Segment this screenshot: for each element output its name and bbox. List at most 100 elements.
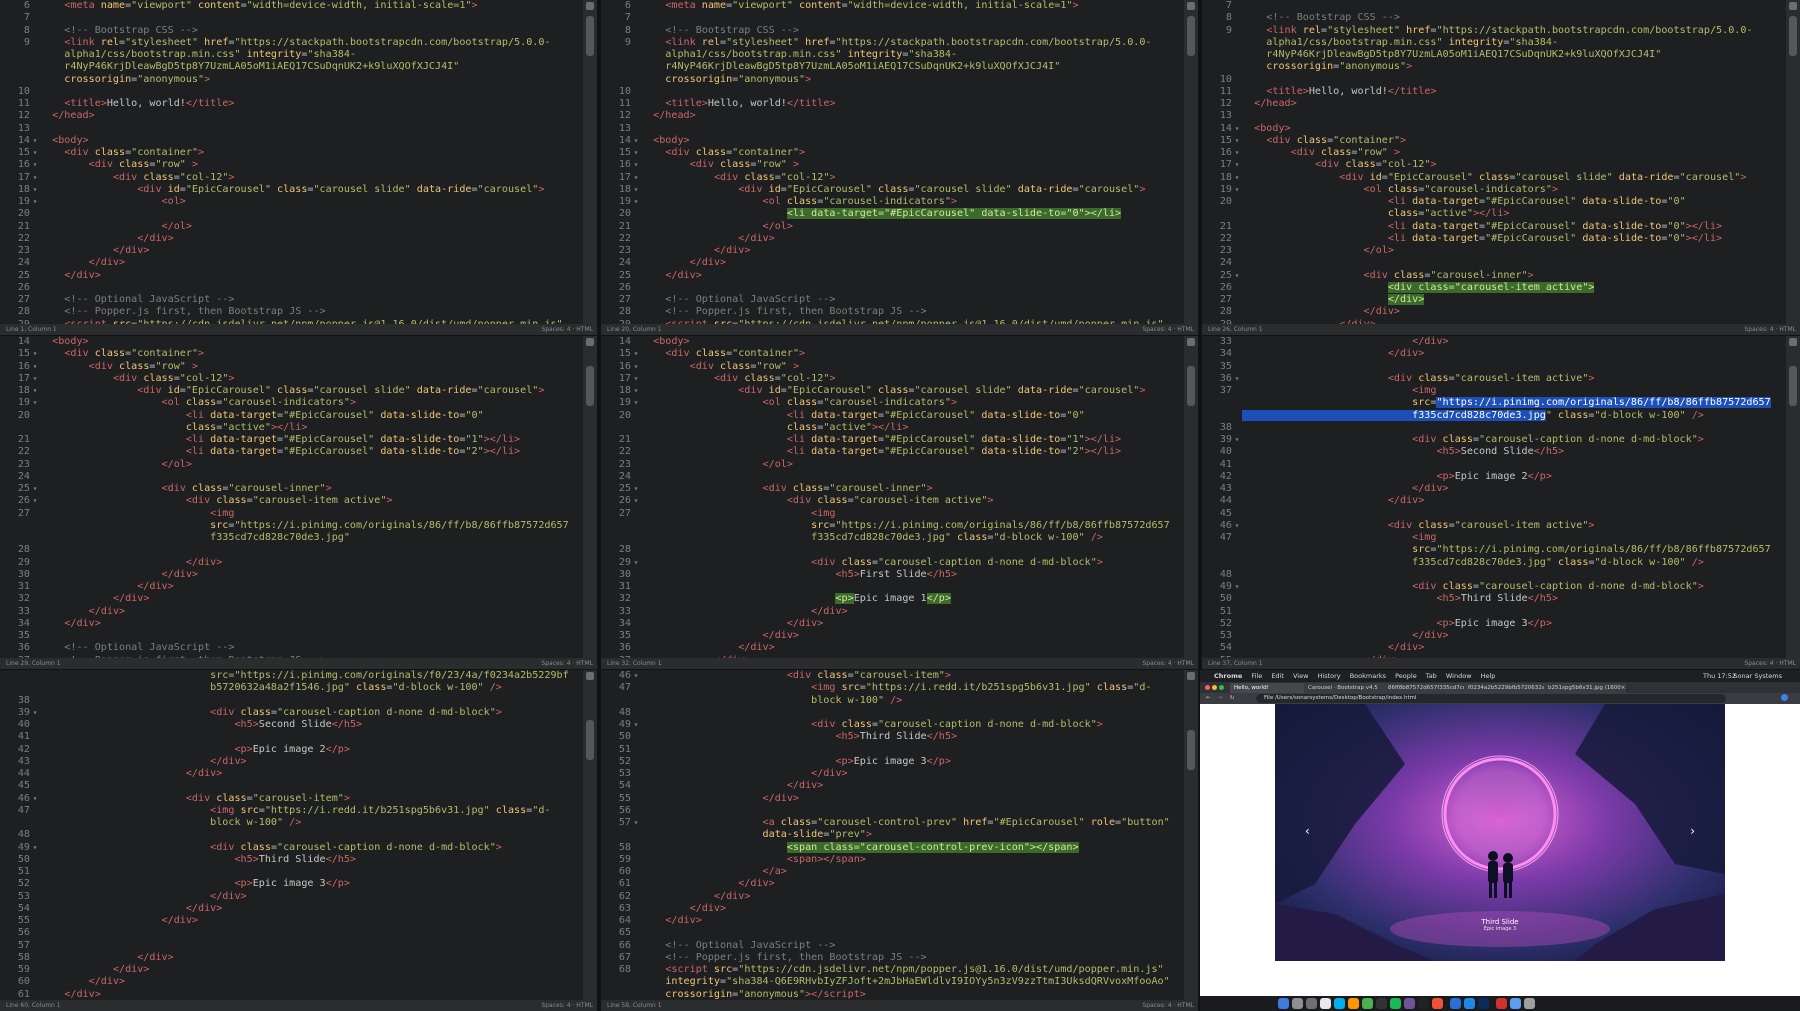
code-line[interactable]: 13: [1202, 110, 1786, 122]
fold-arrow-icon[interactable]: ▾: [30, 397, 40, 409]
code-line[interactable]: class="active"></li>: [601, 422, 1184, 434]
code-line[interactable]: 32 </div>: [0, 593, 583, 605]
code-area[interactable]: 6 <meta name="viewport" content="width=d…: [0, 0, 583, 324]
code-line[interactable]: 55 </div>: [601, 793, 1184, 805]
code-line[interactable]: 33 </div>: [1202, 336, 1786, 348]
code-line[interactable]: 33 </div>: [0, 606, 583, 618]
code-line[interactable]: 45: [0, 780, 583, 792]
code-line[interactable]: 53 </div>: [601, 768, 1184, 780]
code-line[interactable]: 34 </div>: [601, 618, 1184, 630]
code-line[interactable]: 31: [601, 581, 1184, 593]
code-line[interactable]: 58 </div>: [0, 952, 583, 964]
code-line[interactable]: 6 <meta name="viewport" content="width=d…: [0, 0, 583, 12]
fold-arrow-icon[interactable]: ▾: [30, 707, 40, 719]
chrome-icon[interactable]: [1362, 998, 1373, 1009]
code-line[interactable]: 44 </div>: [0, 768, 583, 780]
tab-image-2[interactable]: f0234a2b5229bfb5720632a: [1464, 683, 1546, 693]
code-line[interactable]: 19 ▾ <ol class="carousel-indicators">: [601, 196, 1184, 208]
fold-arrow-icon[interactable]: ▾: [30, 159, 40, 171]
carousel[interactable]: ‹ › Third Slide Epic image 3: [1275, 704, 1725, 961]
code-line[interactable]: 11 <title>Hello, world!</title>: [0, 98, 583, 110]
code-line[interactable]: 20 <li data-target="#EpicCarousel" data-…: [601, 410, 1184, 422]
code-line[interactable]: 32 <p>Epic image 1</p>: [601, 593, 1184, 605]
code-line[interactable]: 50 <h5>Third Slide</h5>: [1202, 593, 1786, 605]
code-line[interactable]: 54 </div>: [1202, 642, 1786, 654]
fold-arrow-icon[interactable]: ▾: [30, 348, 40, 360]
reload-icon[interactable]: ↻: [1230, 693, 1234, 701]
code-line[interactable]: 36 ▾ <div class="carousel-item active">: [1202, 373, 1786, 385]
code-line[interactable]: 43 </div>: [0, 756, 583, 768]
code-line[interactable]: class="active"></li>: [0, 422, 583, 434]
vscode-icon[interactable]: [1464, 998, 1475, 1009]
code-line[interactable]: 53 </div>: [0, 891, 583, 903]
finder-icon[interactable]: [1278, 998, 1289, 1009]
fold-arrow-icon[interactable]: ▾: [30, 385, 40, 397]
code-line[interactable]: 23 </ol>: [1202, 245, 1786, 257]
code-area[interactable]: 33 </div> 34 </div> 35 36 ▾ <div class="caro…: [1202, 336, 1786, 658]
code-line[interactable]: 12 </head>: [601, 110, 1184, 122]
code-line[interactable]: r4NyP46KrjDleawBgD5tp8Y7UzmLA05oM1iAEQ17…: [601, 61, 1184, 73]
code-line[interactable]: 40 <h5>Second Slide</h5>: [0, 719, 583, 731]
code-line[interactable]: 49 ▾ <div class="carousel-caption d-none …: [0, 842, 583, 854]
code-area[interactable]: src="https://i.pinimg.com/originals/f0/2…: [0, 670, 583, 1000]
fold-arrow-icon[interactable]: ▾: [1232, 147, 1242, 159]
code-line[interactable]: 21 <li data-target="#EpicCarousel" data-…: [1202, 221, 1786, 233]
code-line[interactable]: 47 <img src="https://i.redd.it/b251spg5b…: [601, 682, 1184, 694]
browser-window[interactable]: Chrome File Edit View History Bookmarks …: [1200, 670, 1800, 1011]
code-line[interactable]: 21 </ol>: [0, 221, 583, 233]
code-line[interactable]: 53 </div>: [1202, 630, 1786, 642]
code-line[interactable]: 10: [1202, 74, 1786, 86]
code-line[interactable]: 35 </div>: [601, 630, 1184, 642]
code-line[interactable]: 7: [1202, 0, 1786, 12]
code-line[interactable]: 19 ▾ <ol class="carousel-indicators">: [1202, 184, 1786, 196]
tab-carousel-bootstrap[interactable]: Carousel · Bootstrap v4.5: [1304, 683, 1386, 693]
code-line[interactable]: 16 ▾ <div class="row" >: [601, 361, 1184, 373]
code-line[interactable]: 30 </div>: [0, 569, 583, 581]
code-line[interactable]: 57: [0, 940, 583, 952]
code-line[interactable]: 18 ▾ <div id="EpicCarousel" class="carous…: [0, 385, 583, 397]
code-line[interactable]: f335cd7cd828c70de3.jpg" class="d-block w…: [601, 532, 1184, 544]
code-line[interactable]: 16 ▾ <div class="row" >: [0, 361, 583, 373]
acrobat-icon[interactable]: [1496, 998, 1507, 1009]
fold-arrow-icon[interactable]: ▾: [1232, 135, 1242, 147]
fold-arrow-icon[interactable]: ▾: [631, 397, 641, 409]
code-line[interactable]: r4NyP46KrjDleawBgD5tp8Y7UzmLA05oM1iAEQ17…: [0, 61, 583, 73]
code-line[interactable]: 28 <!-- Popper.js first, then Bootstrap …: [0, 306, 583, 318]
code-line[interactable]: 61 </div>: [0, 989, 583, 1001]
code-line[interactable]: alpha1/css/bootstrap.min.css" integrity=…: [0, 49, 583, 61]
code-line[interactable]: 31 </div>: [0, 581, 583, 593]
code-line[interactable]: 14 ▾ <body>: [0, 135, 583, 147]
code-pane-7[interactable]: src="https://i.pinimg.com/originals/f0/2…: [0, 670, 597, 1011]
code-line[interactable]: 15 ▾ <div class="container">: [0, 147, 583, 159]
code-line[interactable]: 17 ▾ <div class="col-12">: [601, 172, 1184, 184]
fold-arrow-icon[interactable]: ▾: [30, 147, 40, 159]
scrollbar[interactable]: [583, 670, 597, 1000]
scrollbar[interactable]: [1786, 336, 1800, 658]
code-line[interactable]: 27 <img: [0, 508, 583, 520]
code-area[interactable]: 14 <body> 15 ▾ <div class="container"> 16 ▾ …: [601, 336, 1184, 658]
fold-arrow-icon[interactable]: ▾: [1232, 520, 1242, 532]
code-line[interactable]: block w-100" />: [601, 695, 1184, 707]
code-line[interactable]: alpha1/css/bootstrap.min.css" integrity=…: [1202, 37, 1786, 49]
code-line[interactable]: 48: [0, 829, 583, 841]
fold-arrow-icon[interactable]: ▾: [631, 373, 641, 385]
code-line[interactable]: 66 <!-- Optional JavaScript -->: [601, 940, 1184, 952]
forward-icon[interactable]: →: [1218, 693, 1222, 701]
code-line[interactable]: 38: [1202, 422, 1786, 434]
code-line[interactable]: 56: [601, 805, 1184, 817]
code-line[interactable]: 41: [0, 731, 583, 743]
fold-arrow-icon[interactable]: ▾: [631, 348, 641, 360]
menu-people[interactable]: People: [1395, 672, 1417, 680]
code-line[interactable]: 27 <!-- Optional JavaScript -->: [0, 294, 583, 306]
code-line[interactable]: src="https://i.pinimg.com/originals/86/f…: [1202, 544, 1786, 556]
code-line[interactable]: 23 </div>: [601, 245, 1184, 257]
code-line[interactable]: 50 <h5>Third Slide</h5>: [601, 731, 1184, 743]
code-line[interactable]: 27 <img: [601, 508, 1184, 520]
code-line[interactable]: 10: [601, 86, 1184, 98]
code-area[interactable]: 46 ▾ <div class="carousel-item"> 47 <img s…: [601, 670, 1184, 1000]
code-line[interactable]: 24 </div>: [0, 257, 583, 269]
code-line[interactable]: 48: [601, 707, 1184, 719]
code-line[interactable]: 20: [0, 208, 583, 220]
code-line[interactable]: 16 ▾ <div class="row" >: [601, 159, 1184, 171]
code-line[interactable]: 8 <!-- Bootstrap CSS -->: [601, 25, 1184, 37]
